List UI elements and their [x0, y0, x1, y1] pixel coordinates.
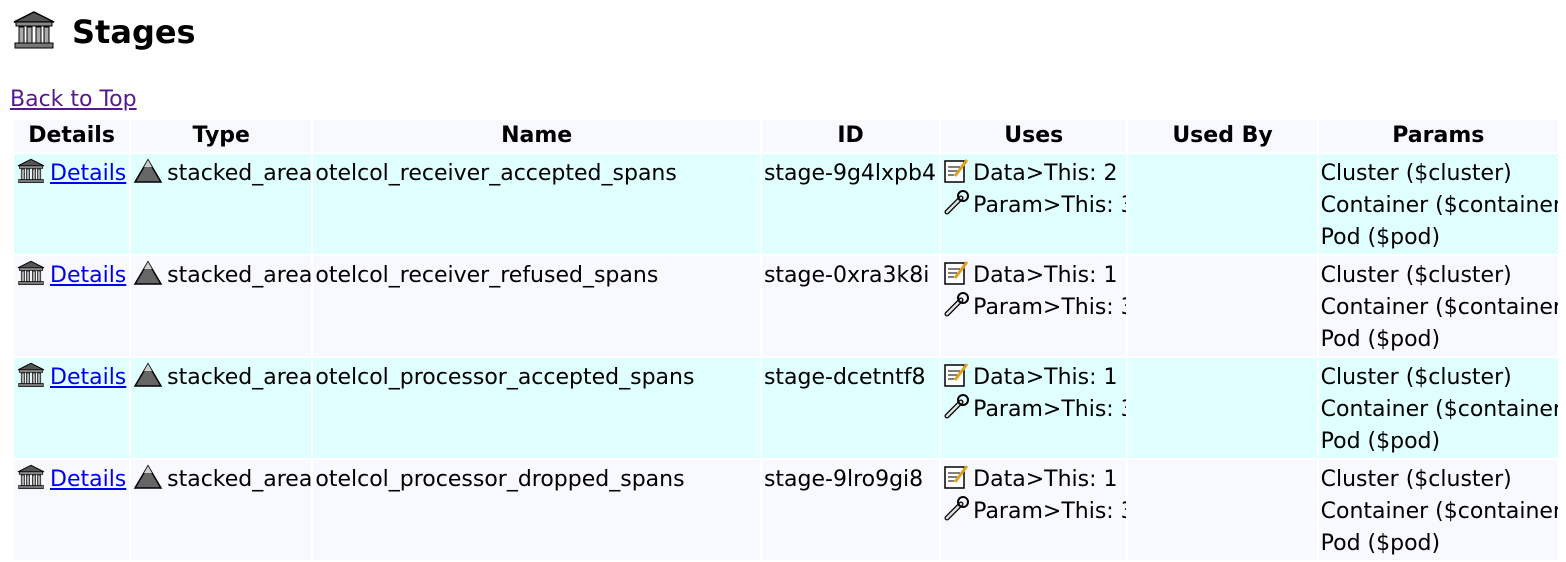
details-link[interactable]: Details: [50, 263, 126, 288]
params-cell: Cluster ($cluster) Container ($container…: [1318, 154, 1558, 254]
used-by-cell: [1128, 460, 1317, 560]
uses-cell: Data>This: 1 Param>This: 3: [941, 256, 1127, 356]
param-item: Container ($container): [1320, 499, 1558, 524]
uses-cell: Data>This: 2 Param>This: 3: [941, 154, 1127, 254]
stages-table: Details Type Name ID Uses Used By Params: [12, 118, 1560, 562]
wrench-icon: [943, 496, 970, 532]
table-header-row: Details Type Name ID Uses Used By Params: [14, 120, 1558, 152]
memo-icon: [943, 260, 969, 296]
wrench-icon: [943, 190, 970, 226]
bank-building-icon: [16, 362, 46, 398]
uses-param-value: Param>This: 3: [973, 193, 1127, 218]
uses-data-line: Data>This: 1: [943, 260, 1124, 292]
uses-param-value: Param>This: 3: [973, 295, 1127, 320]
param-item: Container ($container): [1320, 193, 1558, 218]
name-cell: otelcol_receiver_accepted_spans: [313, 154, 760, 254]
type-value: stacked_area: [167, 161, 312, 186]
id-cell: stage-9g4lxpb4: [761, 154, 940, 254]
type-cell: stacked_area: [131, 358, 312, 458]
type-cell: stacked_area: [131, 460, 312, 560]
table-row: Details stacked_area otelcol_processor_d…: [14, 460, 1558, 560]
uses-data-line: Data>This: 1: [943, 464, 1124, 496]
uses-data-line: Data>This: 2: [943, 158, 1124, 190]
uses-param-line: Param>This: 3: [943, 496, 1127, 528]
details-cell: Details: [14, 154, 130, 254]
id-cell: stage-dcetntf8: [761, 358, 940, 458]
column-header-used-by: Used By: [1128, 120, 1317, 152]
memo-icon: [943, 464, 969, 500]
type-cell: stacked_area: [131, 154, 312, 254]
column-header-uses: Uses: [941, 120, 1127, 152]
type-value: stacked_area: [167, 263, 312, 288]
uses-cell: Data>This: 1 Param>This: 3: [941, 358, 1127, 458]
uses-data-value: Data>This: 1: [973, 365, 1118, 390]
mountain-icon: [133, 464, 163, 500]
name-cell: otelcol_receiver_refused_spans: [313, 256, 760, 356]
params-cell: Cluster ($cluster) Container ($container…: [1318, 358, 1558, 458]
uses-cell: Data>This: 1 Param>This: 3: [941, 460, 1127, 560]
column-header-type: Type: [131, 120, 312, 152]
params-cell: Cluster ($cluster) Container ($container…: [1318, 256, 1558, 356]
used-by-cell: [1128, 154, 1317, 254]
uses-data-value: Data>This: 2: [973, 161, 1118, 186]
param-item: Pod ($pod): [1320, 225, 1441, 250]
details-cell: Details: [14, 358, 130, 458]
used-by-cell: [1128, 358, 1317, 458]
memo-icon: [943, 362, 969, 398]
uses-param-line: Param>This: 3: [943, 190, 1127, 222]
param-item: Pod ($pod): [1320, 327, 1441, 352]
bank-building-icon: [16, 158, 46, 194]
bank-building-icon: [12, 10, 56, 54]
bank-building-icon: [16, 464, 46, 500]
page-header: Stages: [12, 10, 196, 54]
table-row: Details stacked_area otelcol_processor_a…: [14, 358, 1558, 458]
details-link[interactable]: Details: [50, 467, 126, 492]
back-to-top-link[interactable]: Back to Top: [10, 86, 137, 114]
type-value: stacked_area: [167, 365, 312, 390]
type-value: stacked_area: [167, 467, 312, 492]
mountain-icon: [133, 362, 163, 398]
column-header-id: ID: [761, 120, 940, 152]
param-item: Pod ($pod): [1320, 531, 1441, 556]
memo-icon: [943, 158, 969, 194]
mountain-icon: [133, 260, 163, 296]
param-item: Pod ($pod): [1320, 429, 1441, 454]
table-row: Details stacked_area otelcol_receiver_ac…: [14, 154, 1558, 254]
param-item: Cluster ($cluster): [1320, 365, 1512, 390]
column-header-name: Name: [313, 120, 760, 152]
uses-param-value: Param>This: 3: [973, 499, 1127, 524]
wrench-icon: [943, 394, 970, 430]
param-item: Cluster ($cluster): [1320, 263, 1512, 288]
details-cell: Details: [14, 256, 130, 356]
param-item: Container ($container): [1320, 295, 1558, 320]
page-title: Stages: [72, 13, 196, 51]
details-link[interactable]: Details: [50, 161, 126, 186]
mountain-icon: [133, 158, 163, 194]
wrench-icon: [943, 292, 970, 328]
params-cell: Cluster ($cluster) Container ($container…: [1318, 460, 1558, 560]
uses-data-line: Data>This: 1: [943, 362, 1124, 394]
name-cell: otelcol_processor_accepted_spans: [313, 358, 760, 458]
id-cell: stage-0xra3k8i: [761, 256, 940, 356]
uses-data-value: Data>This: 1: [973, 263, 1118, 288]
name-cell: otelcol_processor_dropped_spans: [313, 460, 760, 560]
column-header-params: Params: [1318, 120, 1558, 152]
uses-param-line: Param>This: 3: [943, 394, 1127, 426]
id-cell: stage-9lro9gi8: [761, 460, 940, 560]
details-link[interactable]: Details: [50, 365, 126, 390]
column-header-details: Details: [14, 120, 130, 152]
uses-param-value: Param>This: 3: [973, 397, 1127, 422]
details-cell: Details: [14, 460, 130, 560]
type-cell: stacked_area: [131, 256, 312, 356]
param-item: Cluster ($cluster): [1320, 161, 1512, 186]
uses-param-line: Param>This: 3: [943, 292, 1127, 324]
bank-building-icon: [16, 260, 46, 296]
used-by-cell: [1128, 256, 1317, 356]
param-item: Container ($container): [1320, 397, 1558, 422]
uses-data-value: Data>This: 1: [973, 467, 1118, 492]
table-row: Details stacked_area otelcol_receiver_re…: [14, 256, 1558, 356]
param-item: Cluster ($cluster): [1320, 467, 1512, 492]
